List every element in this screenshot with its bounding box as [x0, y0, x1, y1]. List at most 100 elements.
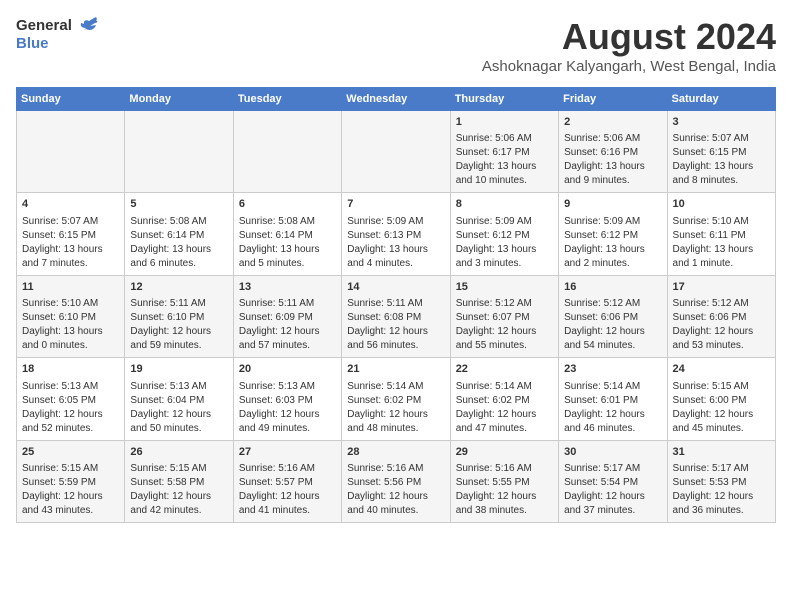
cell-content-line: Sunrise: 5:07 AM [673, 132, 770, 146]
day-number: 30 [564, 445, 661, 460]
cell-content-line: Sunrise: 5:11 AM [130, 297, 227, 311]
cell-content-line: Sunrise: 5:12 AM [673, 297, 770, 311]
cell-content-line: Daylight: 12 hours [456, 408, 553, 422]
calendar-cell: 29Sunrise: 5:16 AMSunset: 5:55 PMDayligh… [450, 440, 558, 522]
cell-content-line: Daylight: 12 hours [239, 490, 336, 504]
cell-content-line: and 49 minutes. [239, 422, 336, 436]
cell-content-line: Daylight: 12 hours [239, 408, 336, 422]
calendar-cell: 20Sunrise: 5:13 AMSunset: 6:03 PMDayligh… [233, 358, 341, 440]
cell-content-line: Sunrise: 5:15 AM [673, 380, 770, 394]
day-number: 10 [673, 197, 770, 212]
cell-content-line: and 36 minutes. [673, 504, 770, 518]
cell-content-line: and 57 minutes. [239, 339, 336, 353]
weekday-header-sunday: Sunday [17, 88, 125, 111]
cell-content-line: Daylight: 13 hours [130, 243, 227, 257]
cell-content-line: Daylight: 12 hours [456, 325, 553, 339]
day-number: 13 [239, 280, 336, 295]
cell-content-line: Daylight: 13 hours [673, 243, 770, 257]
cell-content-line: Sunset: 6:03 PM [239, 394, 336, 408]
calendar-week-row: 25Sunrise: 5:15 AMSunset: 5:59 PMDayligh… [17, 440, 776, 522]
header: General Blue August 2024 Ashoknagar Kaly… [16, 16, 776, 75]
weekday-header-friday: Friday [559, 88, 667, 111]
cell-content-line: Daylight: 12 hours [22, 490, 119, 504]
calendar-cell: 12Sunrise: 5:11 AMSunset: 6:10 PMDayligh… [125, 275, 233, 357]
cell-content-line: Sunrise: 5:13 AM [22, 380, 119, 394]
day-number: 12 [130, 280, 227, 295]
cell-content-line: Sunset: 6:13 PM [347, 229, 444, 243]
day-number: 6 [239, 197, 336, 212]
cell-content-line: Sunset: 6:08 PM [347, 311, 444, 325]
cell-content-line: Daylight: 12 hours [347, 490, 444, 504]
cell-content-line: Daylight: 12 hours [130, 490, 227, 504]
day-number: 14 [347, 280, 444, 295]
day-number: 1 [456, 115, 553, 130]
cell-content-line: Sunset: 6:17 PM [456, 146, 553, 160]
cell-content-line: and 3 minutes. [456, 257, 553, 271]
cell-content-line: Sunrise: 5:15 AM [130, 462, 227, 476]
cell-content-line: Sunrise: 5:08 AM [239, 215, 336, 229]
calendar-cell: 26Sunrise: 5:15 AMSunset: 5:58 PMDayligh… [125, 440, 233, 522]
calendar-cell: 7Sunrise: 5:09 AMSunset: 6:13 PMDaylight… [342, 193, 450, 275]
cell-content-line: and 4 minutes. [347, 257, 444, 271]
cell-content-line: Sunset: 5:59 PM [22, 476, 119, 490]
cell-content-line: Daylight: 12 hours [673, 408, 770, 422]
cell-content-line: Daylight: 13 hours [564, 243, 661, 257]
day-number: 4 [22, 197, 119, 212]
calendar-cell: 2Sunrise: 5:06 AMSunset: 6:16 PMDaylight… [559, 111, 667, 193]
cell-content-line: Daylight: 13 hours [239, 243, 336, 257]
cell-content-line: Sunset: 6:02 PM [347, 394, 444, 408]
cell-content-line: Sunrise: 5:06 AM [564, 132, 661, 146]
cell-content-line: and 6 minutes. [130, 257, 227, 271]
day-number: 23 [564, 362, 661, 377]
cell-content-line: and 8 minutes. [673, 174, 770, 188]
calendar-table: SundayMondayTuesdayWednesdayThursdayFrid… [16, 87, 776, 523]
cell-content-line: Sunset: 6:14 PM [130, 229, 227, 243]
cell-content-line: Sunset: 5:58 PM [130, 476, 227, 490]
cell-content-line: and 53 minutes. [673, 339, 770, 353]
weekday-header-row: SundayMondayTuesdayWednesdayThursdayFrid… [17, 88, 776, 111]
cell-content-line: Sunrise: 5:12 AM [564, 297, 661, 311]
cell-content-line: and 47 minutes. [456, 422, 553, 436]
day-number: 16 [564, 280, 661, 295]
weekday-header-saturday: Saturday [667, 88, 775, 111]
cell-content-line: Sunrise: 5:10 AM [673, 215, 770, 229]
calendar-cell [233, 111, 341, 193]
calendar-cell: 17Sunrise: 5:12 AMSunset: 6:06 PMDayligh… [667, 275, 775, 357]
day-number: 9 [564, 197, 661, 212]
cell-content-line: Sunset: 6:04 PM [130, 394, 227, 408]
calendar-cell: 11Sunrise: 5:10 AMSunset: 6:10 PMDayligh… [17, 275, 125, 357]
cell-content-line: and 1 minute. [673, 257, 770, 271]
day-number: 27 [239, 445, 336, 460]
calendar-cell [125, 111, 233, 193]
calendar-cell [342, 111, 450, 193]
cell-content-line: and 54 minutes. [564, 339, 661, 353]
cell-content-line: and 50 minutes. [130, 422, 227, 436]
cell-content-line: Daylight: 13 hours [456, 160, 553, 174]
cell-content-line: Daylight: 12 hours [673, 490, 770, 504]
day-number: 11 [22, 280, 119, 295]
cell-content-line: Sunrise: 5:16 AM [239, 462, 336, 476]
day-number: 15 [456, 280, 553, 295]
cell-content-line: Daylight: 12 hours [347, 408, 444, 422]
cell-content-line: and 52 minutes. [22, 422, 119, 436]
cell-content-line: Sunrise: 5:13 AM [239, 380, 336, 394]
day-number: 3 [673, 115, 770, 130]
cell-content-line: Daylight: 13 hours [673, 160, 770, 174]
cell-content-line: and 37 minutes. [564, 504, 661, 518]
day-number: 2 [564, 115, 661, 130]
logo-general: General [16, 18, 72, 35]
cell-content-line: Sunset: 5:53 PM [673, 476, 770, 490]
cell-content-line: Sunrise: 5:14 AM [347, 380, 444, 394]
weekday-header-wednesday: Wednesday [342, 88, 450, 111]
day-number: 7 [347, 197, 444, 212]
calendar-cell: 25Sunrise: 5:15 AMSunset: 5:59 PMDayligh… [17, 440, 125, 522]
day-number: 17 [673, 280, 770, 295]
cell-content-line: and 41 minutes. [239, 504, 336, 518]
calendar-cell: 5Sunrise: 5:08 AMSunset: 6:14 PMDaylight… [125, 193, 233, 275]
calendar-week-row: 1Sunrise: 5:06 AMSunset: 6:17 PMDaylight… [17, 111, 776, 193]
cell-content-line: and 43 minutes. [22, 504, 119, 518]
calendar-cell: 15Sunrise: 5:12 AMSunset: 6:07 PMDayligh… [450, 275, 558, 357]
cell-content-line: Sunset: 6:10 PM [22, 311, 119, 325]
cell-content-line: Sunset: 6:16 PM [564, 146, 661, 160]
calendar-cell: 4Sunrise: 5:07 AMSunset: 6:15 PMDaylight… [17, 193, 125, 275]
